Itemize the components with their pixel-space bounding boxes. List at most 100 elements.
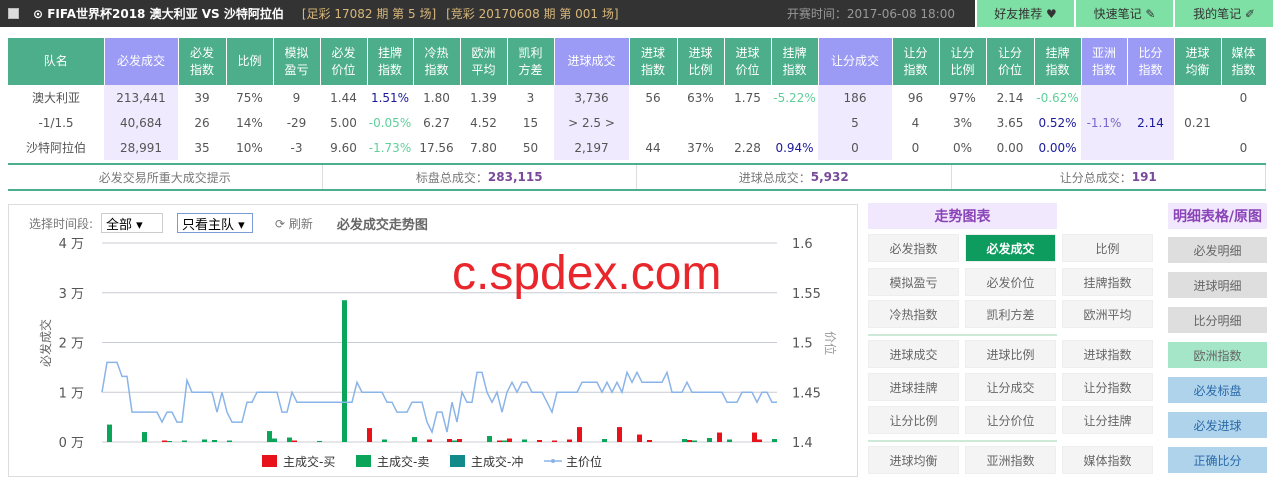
table-cell — [1174, 135, 1221, 160]
detail-button[interactable]: 必发标盘 — [1168, 377, 1267, 403]
trend-button[interactable]: 必发成交 — [965, 234, 1056, 262]
column-header: 让分 指数 — [892, 38, 940, 85]
buy-bar — [162, 440, 167, 442]
y2-tick-label: 1.55 — [792, 287, 821, 302]
table-cell: 0.21 — [1184, 115, 1211, 130]
column-header: 比分 指数 — [1127, 38, 1175, 85]
sell-bar — [272, 438, 277, 442]
table-cell: 4 — [911, 115, 920, 130]
sell-bar — [692, 440, 697, 442]
legend-swatch — [450, 455, 465, 467]
trend-button[interactable]: 模拟盈亏 — [868, 268, 959, 296]
y-tick-label: 1 万 — [59, 386, 84, 401]
divider — [868, 440, 1057, 442]
detail-button[interactable]: 欧洲指数 — [1168, 342, 1267, 368]
table-cell: 0.00 — [996, 140, 1024, 155]
quick-note-button[interactable]: 快速笔记 ✎ — [1076, 0, 1173, 27]
column-header: 挂牌 指数 — [1034, 38, 1082, 85]
trade-trend-chart: 0 万 1.4 1 万 1.45 2 万 1.5 3 万 1.55 4 万 1.6 必发成交 价位主成… — [38, 237, 838, 469]
trend-button[interactable]: 让分成交 — [965, 373, 1056, 401]
buy-bar — [427, 439, 432, 442]
buy-bar — [447, 439, 452, 442]
trend-button[interactable]: 进球挂牌 — [868, 373, 959, 401]
trend-button[interactable]: 让分价位 — [965, 406, 1056, 434]
table-cell: 2.14 — [996, 90, 1024, 105]
trend-button[interactable]: 冷热指数 — [868, 300, 959, 328]
table-cell: 0 — [911, 140, 920, 155]
handicap-total-trade: 让分总成交： 191 — [952, 165, 1266, 189]
legend-marker — [551, 459, 555, 463]
table-cell: 0% — [952, 140, 973, 155]
table-cell: 3.65 — [996, 115, 1024, 130]
table-cell: 97% — [949, 90, 976, 105]
detail-button[interactable]: 必发明细 — [1168, 237, 1267, 263]
column-header: 媒体 指数 — [1221, 38, 1267, 85]
y-tick-label: 4 万 — [59, 237, 84, 252]
trend-button[interactable]: 比例 — [1062, 234, 1153, 262]
buy-bar — [647, 440, 652, 442]
sell-bar — [452, 440, 457, 442]
price-line — [101, 361, 777, 435]
y2-axis-label: 价位 — [823, 331, 838, 355]
buy-bar — [537, 440, 542, 442]
table-cell — [1174, 85, 1221, 110]
buy-bar — [577, 427, 582, 442]
y2-tick-label: 1.5 — [792, 337, 813, 352]
y-tick-label: 3 万 — [59, 287, 84, 302]
column-header: 让分 价位 — [986, 38, 1035, 85]
y-tick-label: 0 万 — [59, 436, 84, 451]
trend-button[interactable]: 媒体指数 — [1062, 446, 1153, 474]
detail-button[interactable]: 必发进球 — [1168, 412, 1267, 438]
trend-button[interactable]: 必发价位 — [965, 268, 1056, 296]
trend-button[interactable]: 进球比例 — [965, 340, 1056, 368]
legend-swatch — [262, 455, 277, 467]
legend-label: 主成交-买 — [283, 454, 335, 469]
column-header: 亚洲 指数 — [1081, 38, 1128, 85]
table-cell: -0.62% — [1036, 90, 1079, 105]
buy-bar — [552, 440, 557, 442]
trend-button[interactable]: 进球均衡 — [868, 446, 959, 474]
buy-bar — [497, 440, 502, 442]
divider — [868, 334, 1057, 336]
table-cell — [1127, 135, 1174, 160]
my-notes-button[interactable]: 我的笔记 ✐ — [1175, 0, 1273, 27]
sell-bar — [287, 437, 292, 442]
column-header: 进球 均衡 — [1174, 38, 1222, 85]
legend-label: 主价位 — [566, 454, 602, 469]
trend-button[interactable]: 亚洲指数 — [965, 446, 1056, 474]
table-cell — [1127, 85, 1174, 110]
trend-button[interactable]: 进球指数 — [1062, 340, 1153, 368]
table-cell: 2.14 — [1127, 110, 1174, 135]
table-cell: 96 — [907, 90, 924, 105]
detail-button[interactable]: 正确比分 — [1168, 447, 1267, 473]
trend-button[interactable]: 挂牌指数 — [1062, 268, 1153, 296]
trend-button[interactable]: 凯利方差 — [965, 300, 1056, 328]
detail-button[interactable]: 进球明细 — [1168, 272, 1267, 298]
sell-bar — [267, 431, 272, 442]
trend-button[interactable]: 必发指数 — [868, 234, 959, 262]
trend-button[interactable]: 欧洲平均 — [1062, 300, 1153, 328]
trend-button[interactable]: 让分比例 — [868, 406, 959, 434]
recommend-friend-button[interactable]: 好友推荐 ♥ — [977, 0, 1074, 27]
trend-button[interactable]: 让分指数 — [1062, 373, 1153, 401]
buy-bar — [687, 440, 692, 442]
sell-bar — [602, 439, 607, 442]
sell-bar — [487, 436, 492, 442]
detail-button[interactable]: 比分明细 — [1168, 307, 1267, 333]
sell-bar — [772, 439, 777, 442]
sell-bar — [107, 424, 112, 442]
sell-bar — [227, 440, 232, 442]
legend-label: 主成交-冲 — [471, 454, 523, 469]
sell-bar — [212, 440, 217, 442]
table-cell: 0 — [1239, 140, 1248, 155]
table-cell — [1221, 110, 1266, 135]
buy-bar — [757, 439, 762, 442]
trend-button[interactable]: 进球成交 — [868, 340, 959, 368]
buy-bar — [567, 439, 572, 442]
table-cell: 0 — [1239, 90, 1248, 105]
legend-swatch — [356, 455, 371, 467]
table-cell: 3% — [952, 115, 973, 130]
trend-button[interactable]: 让分挂牌 — [1062, 406, 1153, 434]
y2-tick-label: 1.45 — [792, 386, 821, 401]
buy-bar — [637, 434, 642, 442]
